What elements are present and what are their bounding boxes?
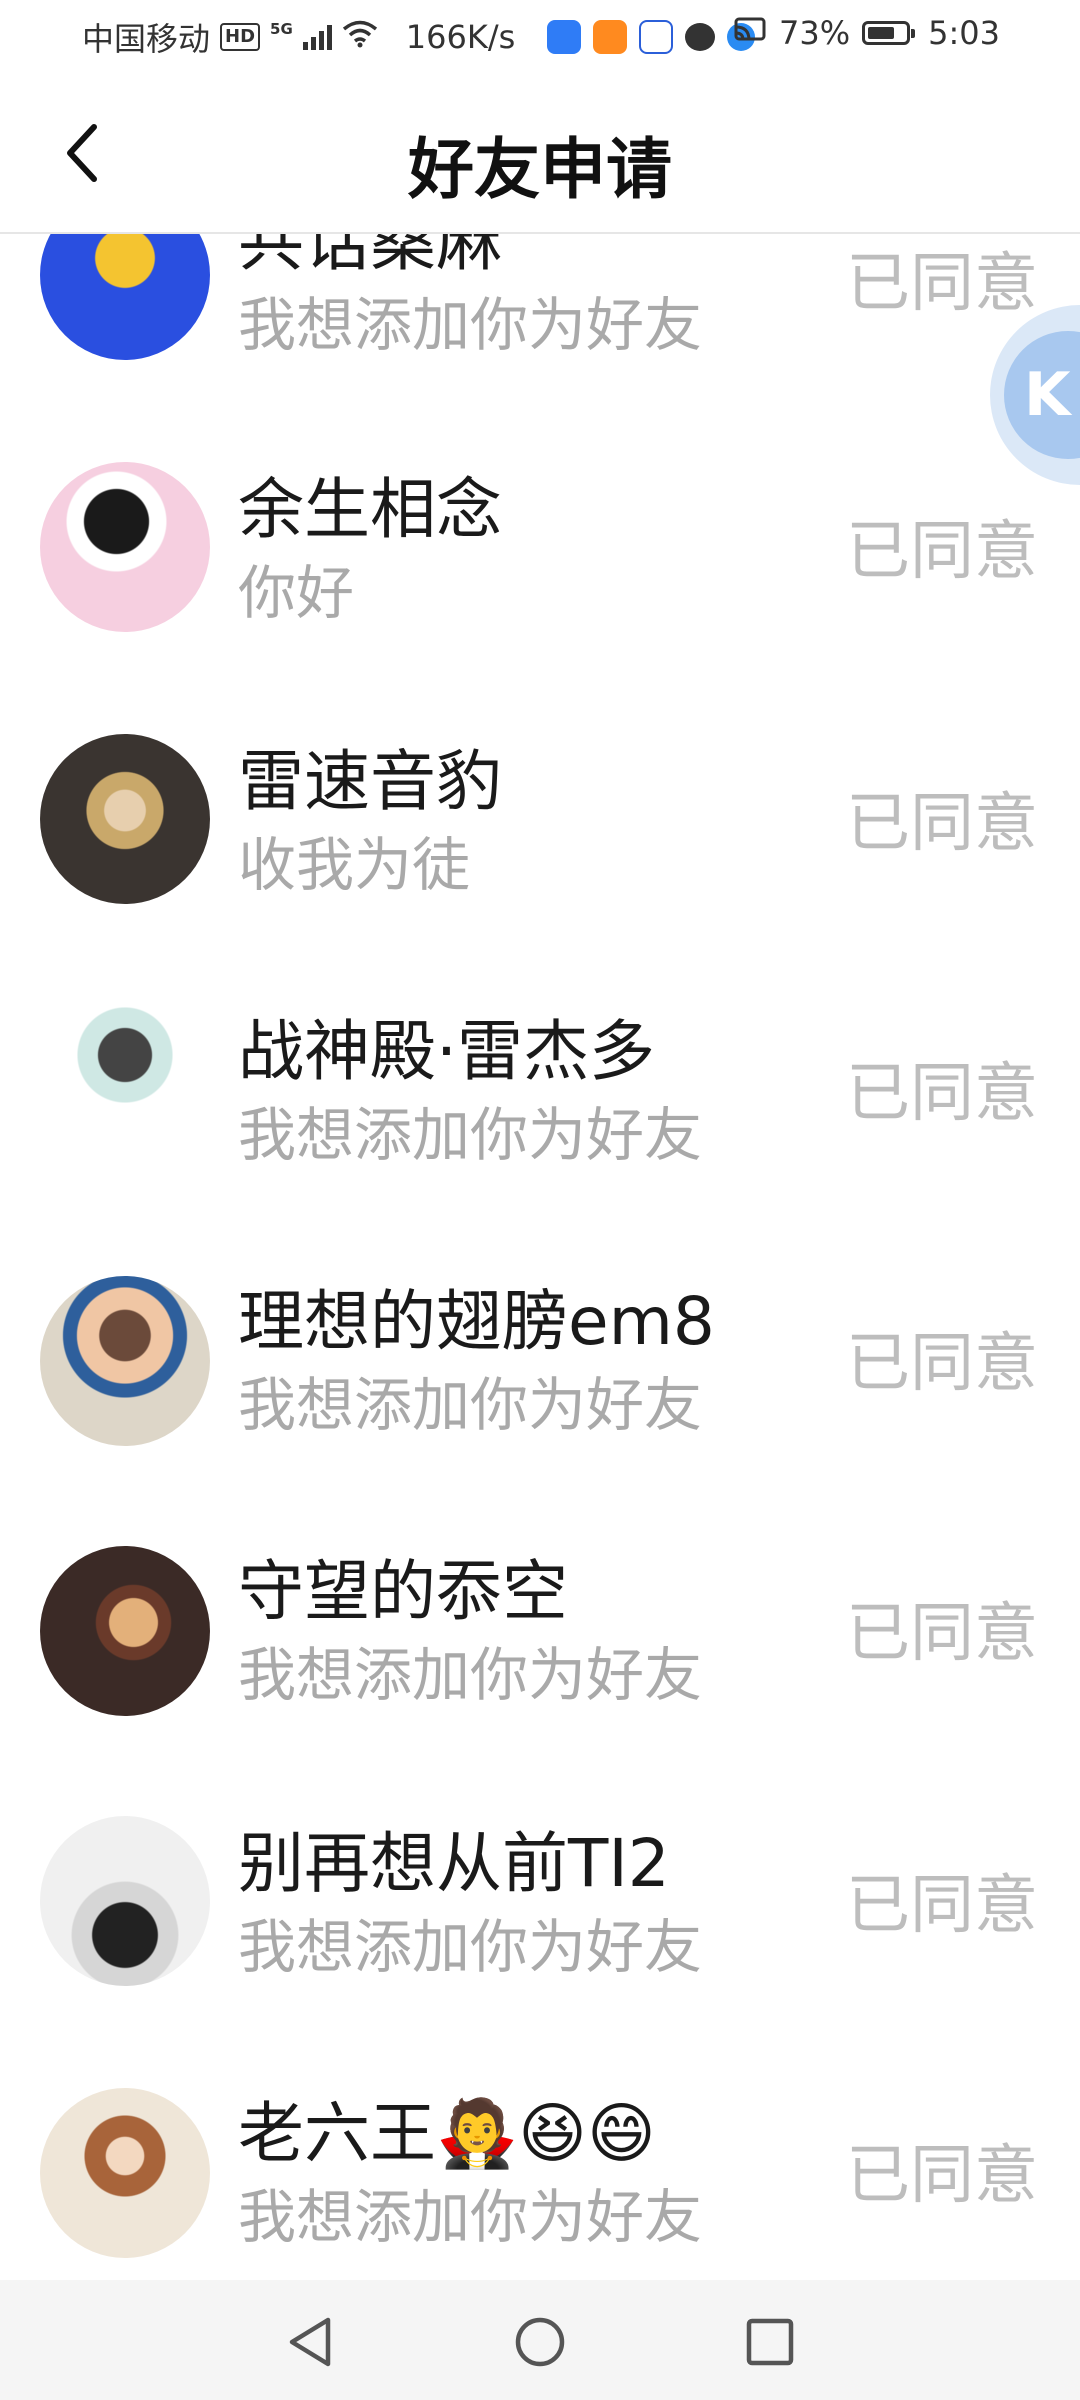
- request-status: 已同意: [846, 1057, 1038, 1131]
- request-message: 我想添加你为好友: [238, 1913, 703, 1981]
- avatar[interactable]: [40, 734, 210, 904]
- system-nav-bar: [0, 2280, 1080, 2400]
- hd-badge: HD: [220, 23, 261, 51]
- network-type: 5G: [270, 20, 293, 38]
- wechat-icon: [685, 23, 716, 51]
- requester-name: 余生相念: [238, 471, 502, 548]
- request-message: 我想添加你为好友: [238, 1371, 703, 1439]
- list-item[interactable]: 雷速音豹 收我为徒 已同意: [0, 732, 1080, 1002]
- list-item[interactable]: 共话桑麻 我想添加你为好友 已同意: [0, 232, 1080, 462]
- network-speed: 166K/s: [405, 18, 516, 56]
- baidu-icon: [639, 20, 674, 54]
- avatar[interactable]: [40, 1816, 210, 1986]
- list-item[interactable]: 战神殿·雷杰多 我想添加你为好友 已同意: [0, 1002, 1080, 1272]
- request-status: 已同意: [846, 787, 1038, 861]
- video-app-icon: [593, 20, 628, 54]
- list-item[interactable]: 理想的翅膀em8 我想添加你为好友 已同意: [0, 1272, 1080, 1542]
- screen: 中国移动 HD 5G 166K/s 73% 5:03 好友申请 共话桑麻 我想添…: [0, 0, 1080, 2400]
- request-message: 你好: [238, 559, 355, 627]
- status-bar: 中国移动 HD 5G 166K/s 73% 5:03: [0, 0, 1080, 72]
- requester-name: 守望的忝空: [238, 1553, 568, 1630]
- nav-home-button[interactable]: [508, 2310, 572, 2374]
- avatar[interactable]: [40, 232, 210, 360]
- carrier-label: 中国移动: [82, 20, 211, 58]
- request-message: 收我为徒: [238, 831, 471, 899]
- request-status: 已同意: [846, 1327, 1038, 1401]
- status-right: 73% 5:03: [733, 14, 1000, 52]
- list-item[interactable]: 守望的忝空 我想添加你为好友 已同意: [0, 1544, 1080, 1814]
- avatar[interactable]: [40, 1276, 210, 1446]
- friend-request-list[interactable]: 共话桑麻 我想添加你为好友 已同意 余生相念 你好 已同意 雷速音豹 收我为徒 …: [0, 232, 1080, 2280]
- requester-name: 雷速音豹: [238, 743, 502, 820]
- battery-icon: [862, 21, 916, 45]
- request-message: 我想添加你为好友: [238, 1101, 703, 1169]
- request-status: 已同意: [846, 247, 1038, 321]
- nav-back-icon: [289, 2317, 331, 2367]
- requester-name: 理想的翅膀em8: [238, 1283, 715, 1360]
- wifi-icon: [342, 18, 378, 56]
- request-message: 我想添加你为好友: [238, 291, 703, 359]
- clock: 5:03: [928, 14, 1000, 52]
- list-item[interactable]: 余生相念 你好 已同意: [0, 462, 1080, 732]
- avatar[interactable]: [40, 2088, 210, 2258]
- requester-name: 别再想从前TI2: [238, 1825, 670, 1902]
- request-status: 已同意: [846, 515, 1038, 589]
- avatar[interactable]: [40, 1004, 210, 1174]
- battery-fill: [868, 27, 895, 39]
- page-title: 好友申请: [408, 131, 672, 208]
- nav-home-icon: [515, 2317, 565, 2367]
- request-message: 我想添加你为好友: [238, 1641, 703, 1709]
- nav-recents-button[interactable]: [738, 2310, 802, 2374]
- status-left: 中国移动 HD 5G 166K/s: [82, 14, 756, 60]
- request-status: 已同意: [846, 2139, 1038, 2213]
- notification-icons: [547, 20, 756, 54]
- requester-name: 老六王🧛😆😄: [238, 2095, 656, 2172]
- signal-icon: [302, 24, 332, 50]
- app-header: 好友申请: [0, 72, 1080, 234]
- avatar[interactable]: [40, 1546, 210, 1716]
- floating-assistant-icon: K: [1004, 331, 1080, 459]
- requester-name: 战神殿·雷杰多: [238, 1013, 655, 1090]
- requester-name: 共话桑麻: [238, 232, 502, 280]
- nav-back-button[interactable]: [278, 2310, 342, 2374]
- request-status: 已同意: [846, 1869, 1038, 1943]
- nav-recents-icon: [746, 2318, 794, 2366]
- battery-percent: 73%: [779, 14, 851, 52]
- request-status: 已同意: [846, 1597, 1038, 1671]
- list-item[interactable]: 别再想从前TI2 我想添加你为好友 已同意: [0, 1814, 1080, 2084]
- floating-ball-letter: K: [1024, 360, 1071, 430]
- cast-icon: [733, 14, 767, 52]
- request-message: 我想添加你为好友: [238, 2183, 703, 2251]
- list-item[interactable]: 老六王🧛😆😄 我想添加你为好友 已同意: [0, 2084, 1080, 2280]
- weather-icon: [547, 20, 582, 54]
- avatar[interactable]: [40, 462, 210, 632]
